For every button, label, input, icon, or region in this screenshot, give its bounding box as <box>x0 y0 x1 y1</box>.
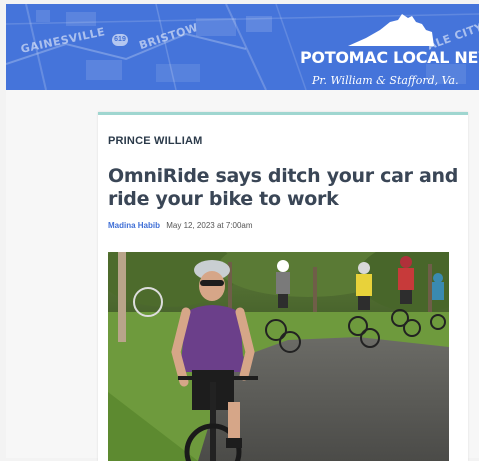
article-category[interactable]: PRINCE WILLIAM <box>108 135 202 147</box>
site-subtitle: Pr. William & Stafford, Va. <box>312 74 459 87</box>
site-title[interactable]: POTOMAC LOCAL NEWS <box>300 48 479 67</box>
article-byline: Madina Habib May 12, 2023 at 7:00am <box>108 221 253 230</box>
article-date: May 12, 2023 at 7:00am <box>166 221 253 230</box>
author-link[interactable]: Madina Habib <box>108 221 160 230</box>
article-headline[interactable]: OmniRide says ditch your car and ride yo… <box>108 165 463 211</box>
virginia-state-icon <box>348 14 434 46</box>
route-badge-icon: 619 <box>112 34 128 46</box>
article-card: PRINCE WILLIAM OmniRide says ditch your … <box>98 112 468 461</box>
cyclists-photo-icon <box>108 252 449 461</box>
site-header-banner[interactable]: GAINESVILLE 619 BRISTOW ALE CITY POTOMAC… <box>6 4 479 90</box>
article-photo[interactable] <box>108 252 449 461</box>
